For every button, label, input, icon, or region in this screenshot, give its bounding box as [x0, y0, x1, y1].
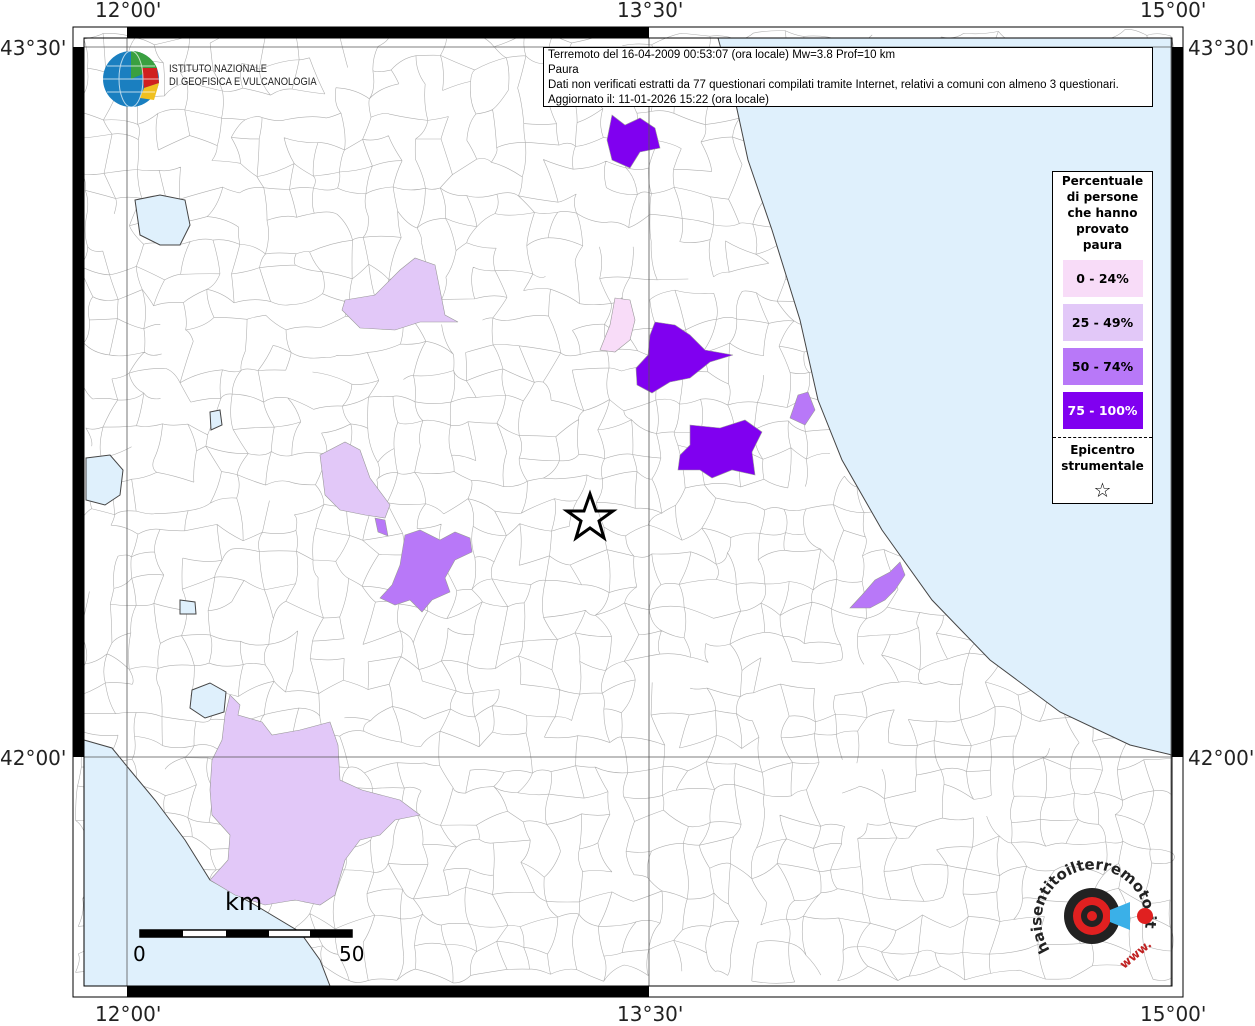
legend-title-line: paura: [1082, 238, 1123, 252]
lon-label-bottom: 12°00': [95, 1002, 162, 1026]
lon-label-top: 13°30': [617, 0, 684, 22]
legend-title-line: che hanno: [1067, 206, 1138, 220]
region-75-100: [677, 419, 763, 479]
legend-title-line: Percentuale: [1061, 174, 1144, 188]
legend-title-line: provato: [1076, 222, 1129, 236]
lat-label-right: 43°30': [1188, 36, 1255, 60]
star-icon: ☆: [1093, 478, 1112, 502]
legend-title-line: di persone: [1066, 190, 1139, 204]
legend-epicenter-line: Epicentro: [1070, 443, 1135, 457]
legend: Percentuale di persone che hanno provato…: [1052, 171, 1153, 504]
scale-bar: [139, 929, 353, 938]
haisentito-logo-icon: haisentitoilterremoto.it www.: [1030, 858, 1160, 972]
info-updated: Aggiornato il: 11-01-2026 15:22 (ora loc…: [548, 94, 769, 106]
legend-class-0: 0 - 24%: [1062, 260, 1143, 297]
lake-small: [179, 599, 197, 615]
legend-class-3: 75 - 100%: [1062, 392, 1143, 429]
lon-label-top: 15°00': [1140, 0, 1207, 22]
info-disclaimer: Dati non verificati estratti da 77 quest…: [548, 79, 1119, 91]
legend-class-1: 25 - 49%: [1062, 304, 1143, 341]
lon-label-bottom: 13°30': [617, 1002, 684, 1026]
legend-class-2: 50 - 74%: [1062, 348, 1143, 385]
lat-label-right: 42°00': [1188, 746, 1255, 770]
legend-divider: [1053, 437, 1152, 438]
legend-epicenter-line: strumentale: [1061, 459, 1144, 473]
scale-min: 0: [133, 942, 146, 966]
ingv-logo-text: ISTITUTO NAZIONALE DI GEOFISICA E VULCAN…: [169, 63, 317, 89]
ingv-line: ISTITUTO NAZIONALE: [169, 63, 268, 75]
info-event: Terremoto del 16-04-2009 00:53:07 (ora l…: [548, 49, 896, 61]
hsit-url: www.: [1117, 937, 1154, 972]
lat-label-left: 42°00': [0, 746, 67, 770]
lon-label-top: 12°00': [95, 0, 162, 22]
ingv-logo-icon: [103, 50, 159, 108]
legend-title: Percentuale di persone che hanno provato…: [1053, 173, 1152, 253]
legend-epicenter-label: Epicentro strumentale: [1053, 442, 1152, 474]
scale-max: 50: [339, 942, 365, 966]
lat-label-left: 43°30': [0, 36, 67, 60]
lon-label-bottom: 15°00': [1140, 1002, 1207, 1026]
scale-unit: km: [225, 888, 263, 916]
info-parameter: Paura: [548, 64, 579, 76]
earthquake-info-box: Terremoto del 16-04-2009 00:53:07 (ora l…: [543, 47, 1153, 107]
ingv-line: DI GEOFISICA E VULCANOLOGIA: [169, 76, 317, 88]
